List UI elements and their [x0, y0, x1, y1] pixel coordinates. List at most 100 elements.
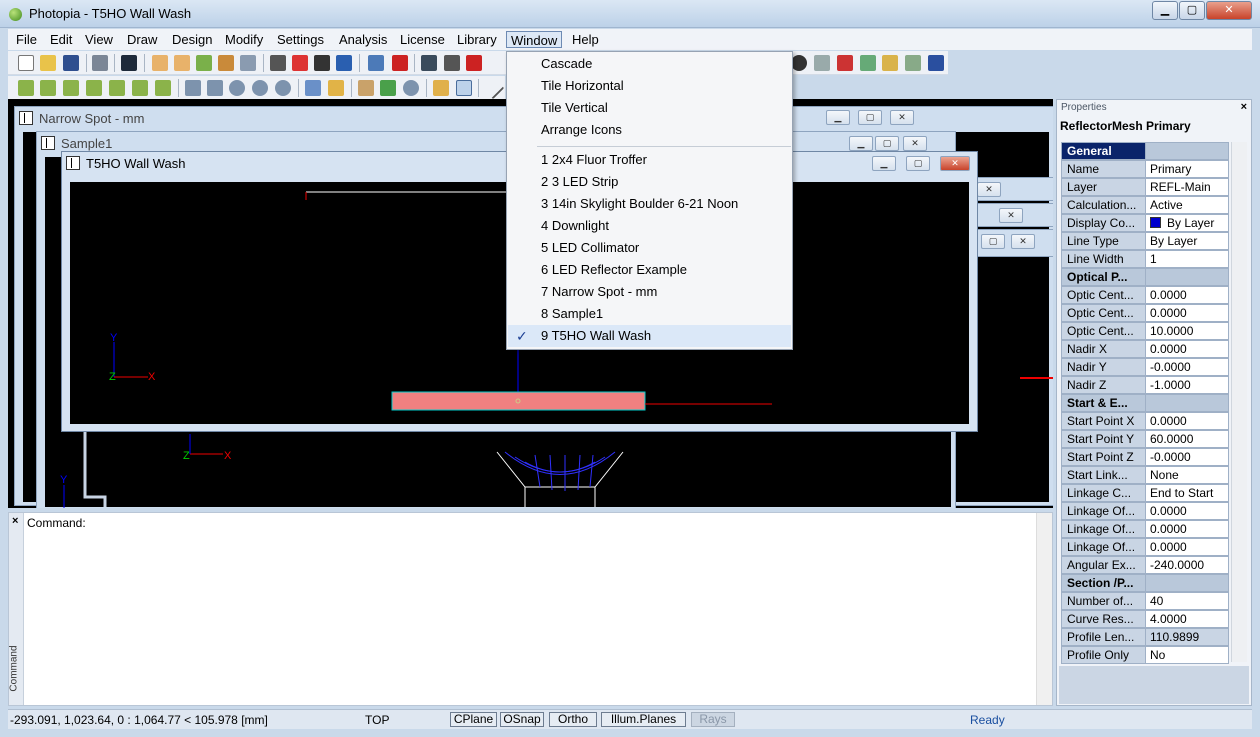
menu-file[interactable]: File	[12, 31, 41, 48]
print-icon[interactable]	[92, 55, 108, 71]
window-stacked-2[interactable]: ✕	[972, 203, 1053, 227]
property-value[interactable]: 110.9899	[1145, 628, 1229, 646]
sphere-icon[interactable]	[314, 55, 330, 71]
property-value[interactable]: REFL-Main	[1145, 178, 1229, 196]
cube-icon[interactable]	[336, 55, 352, 71]
property-value[interactable]: 0.0000	[1145, 538, 1229, 556]
menu-edit[interactable]: Edit	[46, 31, 76, 48]
property-row[interactable]: Line Width 1	[1061, 250, 1229, 268]
zoom-in-icon[interactable]	[229, 80, 245, 96]
zoom-window-icon[interactable]	[207, 80, 223, 96]
property-value[interactable]: By Layer	[1145, 214, 1229, 232]
properties-close-icon[interactable]: ×	[1241, 101, 1247, 113]
property-value[interactable]: 4.0000	[1145, 610, 1229, 628]
menu-library[interactable]: Library	[453, 31, 501, 48]
orbit-icon[interactable]	[380, 80, 396, 96]
property-row[interactable]: Start Link... None	[1061, 466, 1229, 484]
minimize-button[interactable]: ▁	[1152, 1, 1178, 20]
window-stacked-1[interactable]: ✕	[972, 177, 1053, 201]
narrow-spot-minimize-button[interactable]: ▁	[826, 110, 850, 125]
property-value[interactable]: None	[1145, 466, 1229, 484]
property-row[interactable]: Calculation... Active	[1061, 196, 1229, 214]
menu-design[interactable]: Design	[168, 31, 216, 48]
menu-item-window-7[interactable]: 7 Narrow Spot - mm	[508, 281, 791, 303]
pan-hand-icon[interactable]	[358, 80, 374, 96]
zoom-dynamic-icon[interactable]	[403, 80, 419, 96]
menu-draw[interactable]: Draw	[123, 31, 161, 48]
property-row[interactable]: Linkage Of... 0.0000	[1061, 520, 1229, 538]
zoom-out-icon[interactable]	[252, 80, 268, 96]
property-section-row[interactable]: Start & E...	[1061, 394, 1229, 412]
property-value[interactable]: 0.0000	[1145, 340, 1229, 358]
property-value[interactable]: By Layer	[1145, 232, 1229, 250]
sample1-close-button[interactable]: ✕	[903, 136, 927, 151]
menu-item-window-6[interactable]: 6 LED Reflector Example	[508, 259, 791, 281]
curve-icon[interactable]	[392, 55, 408, 71]
property-row[interactable]: Linkage Of... 0.0000	[1061, 538, 1229, 556]
property-value[interactable]: -0.0000	[1145, 358, 1229, 376]
narrow-spot-maximize-button[interactable]: ▢	[858, 110, 882, 125]
measure-icon[interactable]	[860, 55, 876, 71]
property-row[interactable]: Profile Len... 110.9899	[1061, 628, 1229, 646]
wand-icon[interactable]	[837, 55, 853, 71]
property-value[interactable]: 60.0000	[1145, 430, 1229, 448]
new-file-icon[interactable]	[18, 55, 34, 71]
menu-item-window-2[interactable]: 2 3 LED Strip	[508, 171, 791, 193]
view-back-icon[interactable]	[86, 80, 102, 96]
menu-item-window-8[interactable]: 8 Sample1	[508, 303, 791, 325]
wireframe-icon[interactable]	[305, 80, 321, 96]
property-row[interactable]: Nadir Y -0.0000	[1061, 358, 1229, 376]
menu-window[interactable]: Window	[506, 31, 563, 48]
menu-item-window-5[interactable]: 5 LED Collimator	[508, 237, 791, 259]
property-value[interactable]: 0.0000	[1145, 412, 1229, 430]
property-value[interactable]: 10.0000	[1145, 322, 1229, 340]
ies-ldt-icon[interactable]	[368, 55, 384, 71]
toggle-rays[interactable]: Rays	[691, 712, 735, 727]
property-row[interactable]: Nadir Z -1.0000	[1061, 376, 1229, 394]
narrow-spot-close-button[interactable]: ✕	[890, 110, 914, 125]
view-front-icon[interactable]	[40, 80, 56, 96]
stacked-close-button[interactable]: ✕	[977, 182, 1001, 197]
calc-red-icon[interactable]	[466, 55, 482, 71]
property-row[interactable]: Curve Res... 4.0000	[1061, 610, 1229, 628]
ruler-icon[interactable]	[882, 55, 898, 71]
cplane-icon[interactable]	[121, 55, 137, 71]
toggle-illum-planes[interactable]: Illum.Planes	[601, 712, 686, 727]
menu-settings[interactable]: Settings	[273, 31, 328, 48]
rotate-icon[interactable]	[791, 55, 807, 71]
window-stacked-3[interactable]: ▢ ✕	[976, 229, 1053, 257]
property-section-row[interactable]: Optical P...	[1061, 268, 1229, 286]
mirror-icon[interactable]	[814, 55, 830, 71]
property-row[interactable]: Linkage C... End to Start	[1061, 484, 1229, 502]
view-left-icon[interactable]	[109, 80, 125, 96]
command-close-icon[interactable]: ×	[12, 515, 18, 527]
command-scrollbar[interactable]	[1036, 513, 1052, 705]
property-value[interactable]: -0.0000	[1145, 448, 1229, 466]
menu-analysis[interactable]: Analysis	[335, 31, 391, 48]
zoom-extents-icon[interactable]	[185, 80, 201, 96]
property-section-row[interactable]: Section /P...	[1061, 574, 1229, 592]
line-icon[interactable]	[481, 76, 505, 100]
property-row[interactable]: Angular Ex... -240.0000	[1061, 556, 1229, 574]
property-value[interactable]: 0.0000	[1145, 286, 1229, 304]
close-button[interactable]: ✕	[1206, 1, 1252, 20]
raytrace-icon[interactable]	[218, 55, 234, 71]
property-value[interactable]: 40	[1145, 592, 1229, 610]
menu-item-cascade[interactable]: Cascade	[508, 53, 791, 75]
property-value[interactable]: No	[1145, 646, 1229, 664]
property-value[interactable]: 1	[1145, 250, 1229, 268]
property-row[interactable]: Nadir X 0.0000	[1061, 340, 1229, 358]
property-row[interactable]: Number of... 40	[1061, 592, 1229, 610]
property-value[interactable]: -1.0000	[1145, 376, 1229, 394]
property-row[interactable]: Start Point Y 60.0000	[1061, 430, 1229, 448]
property-row[interactable]: Optic Cent... 0.0000	[1061, 304, 1229, 322]
t5ho-close-button[interactable]: ✕	[940, 156, 970, 171]
monitor-icon[interactable]	[421, 55, 437, 71]
menu-item-tile-vertical[interactable]: Tile Vertical	[508, 97, 791, 119]
toggle-ortho[interactable]: Ortho	[549, 712, 597, 727]
mesh-icon[interactable]	[928, 55, 944, 71]
t5ho-minimize-button[interactable]: ▁	[872, 156, 896, 171]
photo-icon[interactable]	[240, 55, 256, 71]
property-row[interactable]: Display Co... By Layer	[1061, 214, 1229, 232]
menu-item-window-1[interactable]: 1 2x4 Fluor Troffer	[508, 149, 791, 171]
